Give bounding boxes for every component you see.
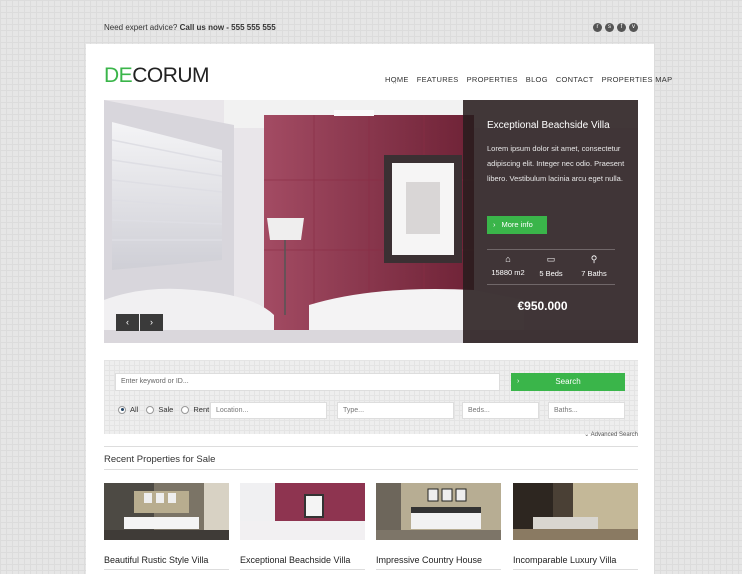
radio-all-label: All bbox=[130, 405, 139, 414]
nav-item-features[interactable]: FEATURES bbox=[417, 75, 459, 84]
divider bbox=[487, 284, 615, 285]
slider-arrows: ‹ › bbox=[116, 314, 164, 331]
stat-baths-label: 7 Baths bbox=[581, 269, 607, 278]
hero-description: Lorem ipsum dolor sit amet, consectetur … bbox=[487, 144, 625, 183]
radio-sale-label: Sale bbox=[158, 405, 174, 414]
nav-item-properties[interactable]: PROPERTIES bbox=[467, 75, 518, 84]
shower-icon: ⚲ bbox=[590, 254, 598, 264]
divider bbox=[104, 446, 638, 447]
divider bbox=[376, 569, 501, 570]
advanced-search-link[interactable]: ⌄ Advanced Search bbox=[584, 431, 638, 438]
advice-text: Need expert advice? bbox=[104, 23, 178, 32]
hero-info-panel: Exceptional Beachside Villa Lorem ipsum … bbox=[463, 100, 638, 343]
search-button-label: Search bbox=[555, 377, 581, 386]
radio-all[interactable]: All bbox=[118, 405, 138, 414]
property-title[interactable]: Impressive Country House bbox=[376, 555, 501, 565]
radio-checked-icon bbox=[118, 405, 126, 414]
hero-slider[interactable]: ‹ › Exceptional Beachside Villa Lorem ip… bbox=[104, 100, 638, 343]
baths-field[interactable]: Baths... bbox=[548, 402, 625, 419]
chevron-right-icon: › bbox=[517, 378, 520, 385]
hero-title: Exceptional Beachside Villa bbox=[487, 120, 610, 131]
property-thumbnail[interactable] bbox=[240, 483, 365, 540]
more-info-button[interactable]: › More info bbox=[487, 216, 547, 234]
property-thumbnail[interactable] bbox=[104, 483, 229, 540]
radio-unchecked-icon bbox=[181, 405, 190, 414]
rss-icon[interactable]: r bbox=[593, 23, 602, 32]
radio-sale[interactable]: Sale bbox=[146, 405, 173, 414]
stat-area: ⌂ 15880 m2 bbox=[487, 254, 529, 278]
topbar: Need expert advice? Call us now - 555 55… bbox=[104, 22, 638, 36]
slider-prev-button[interactable]: ‹ bbox=[116, 314, 139, 331]
listing-type-radios: All Sale Rent bbox=[118, 405, 217, 414]
advanced-search-label: Advanced Search bbox=[590, 432, 638, 438]
beds-field[interactable]: Beds... bbox=[462, 402, 539, 419]
call-us-text: Call us now - 555 555 555 bbox=[179, 23, 276, 32]
property-card[interactable]: Beautiful Rustic Style Villa bbox=[104, 483, 229, 565]
location-field[interactable]: Location... bbox=[210, 402, 327, 419]
hero-price: €950.000 bbox=[517, 299, 568, 313]
property-thumbnail[interactable] bbox=[376, 483, 501, 540]
logo-rest: CORUM bbox=[132, 64, 210, 87]
section-heading: Recent Properties for Sale bbox=[104, 454, 216, 465]
bed-icon: ▭ bbox=[546, 254, 556, 264]
more-info-label: More info bbox=[501, 220, 533, 229]
search-box: Enter keyword or ID... › Search All Sale… bbox=[104, 360, 638, 438]
nav-item-contact[interactable]: CONTACT bbox=[556, 75, 594, 84]
type-field[interactable]: Type... bbox=[337, 402, 454, 419]
nav-item-blog[interactable]: BLOG bbox=[526, 75, 548, 84]
property-title[interactable]: Exceptional Beachside Villa bbox=[240, 555, 365, 565]
stat-baths: ⚲ 7 Baths bbox=[573, 254, 615, 278]
divider bbox=[104, 469, 638, 470]
main-nav: HOME FEATURES PROPERTIES BLOG CONTACT PR… bbox=[385, 75, 680, 88]
hero-stats: ⌂ 15880 m2 ▭ 5 Beds ⚲ 7 Baths bbox=[487, 254, 615, 278]
nav-item-properties-map[interactable]: PROPERTIES MAP bbox=[602, 75, 673, 84]
radio-rent-label: Rent bbox=[193, 405, 210, 414]
house-icon: ⌂ bbox=[505, 254, 511, 264]
property-thumbnail[interactable] bbox=[513, 483, 638, 540]
nav-item-home[interactable]: HOME bbox=[385, 75, 409, 88]
divider bbox=[104, 569, 229, 570]
page-container: DECORUM HOME FEATURES PROPERTIES BLOG CO… bbox=[86, 44, 672, 574]
vimeo-icon[interactable]: v bbox=[629, 23, 638, 32]
facebook-icon[interactable]: f bbox=[617, 23, 626, 32]
stat-area-label: 15880 m2 bbox=[491, 268, 525, 277]
logo-accent: DE bbox=[104, 64, 133, 87]
property-title[interactable]: Incomparable Luxury Villa bbox=[513, 555, 638, 565]
property-card[interactable]: Incomparable Luxury Villa bbox=[513, 483, 638, 565]
property-title[interactable]: Beautiful Rustic Style Villa bbox=[104, 555, 229, 565]
radio-unchecked-icon bbox=[146, 405, 155, 414]
stat-beds-label: 5 Beds bbox=[539, 269, 563, 278]
social-links: r s f v bbox=[593, 23, 638, 32]
search-button[interactable]: › Search bbox=[511, 373, 625, 391]
skype-icon[interactable]: s bbox=[605, 23, 614, 32]
property-card[interactable]: Exceptional Beachside Villa bbox=[240, 483, 365, 565]
slider-next-button[interactable]: › bbox=[140, 314, 163, 331]
divider bbox=[487, 249, 615, 250]
property-card[interactable]: Impressive Country House bbox=[376, 483, 501, 565]
chevron-right-icon: › bbox=[493, 220, 496, 229]
divider bbox=[513, 569, 638, 570]
divider bbox=[240, 569, 365, 570]
chevron-down-icon: ⌄ bbox=[584, 432, 590, 438]
keyword-input[interactable]: Enter keyword or ID... bbox=[115, 373, 500, 391]
radio-rent[interactable]: Rent bbox=[181, 405, 209, 414]
logo[interactable]: DECORUM bbox=[104, 64, 210, 87]
stat-beds: ▭ 5 Beds bbox=[530, 254, 572, 278]
